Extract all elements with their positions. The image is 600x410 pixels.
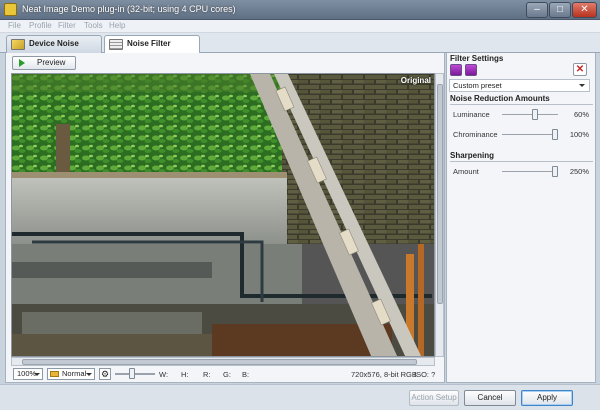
app-icon <box>4 3 17 16</box>
luminance-slider[interactable] <box>502 109 558 120</box>
window-title: Neat Image Demo plug-in (32-bit; using 4… <box>22 4 236 14</box>
minimize-button[interactable]: – <box>526 2 548 18</box>
image-info: 720x576, 8-bit RGB <box>351 370 417 379</box>
slider-knob[interactable] <box>532 109 538 120</box>
amount-label: Amount <box>453 167 479 176</box>
preview-opacity-slider[interactable] <box>115 368 155 379</box>
dialog-button-bar: Action Setup Cancel Apply <box>0 384 600 410</box>
height-label: H: <box>181 370 189 379</box>
divider <box>450 161 593 162</box>
chrominance-label: Chrominance <box>453 130 498 139</box>
sharpening-title: Sharpening <box>450 151 495 160</box>
chevron-down-icon <box>34 373 40 376</box>
blend-mode-select[interactable]: Normal <box>47 368 95 380</box>
tab-noise-filter-settings[interactable]: Noise Filter Settings <box>104 35 200 64</box>
original-label: Original <box>400 76 431 85</box>
luminance-label: Luminance <box>453 110 490 119</box>
load-preset-icon[interactable] <box>450 64 462 76</box>
preset-value: Custom preset <box>453 81 502 90</box>
photo-preview <box>12 74 434 356</box>
tab-strip: Device Noise Profile Noise Filter Settin… <box>0 33 600 64</box>
scroll-thumb[interactable] <box>437 84 443 304</box>
menu-file[interactable]: File <box>8 21 21 30</box>
amount-value: 250% <box>569 167 589 176</box>
chrominance-slider[interactable] <box>502 129 558 140</box>
vertical-scrollbar[interactable] <box>435 73 444 357</box>
tab-device-noise-profile[interactable]: Device Noise Profile <box>6 35 102 64</box>
slider-knob[interactable] <box>552 129 558 140</box>
chrominance-value: 100% <box>569 130 589 139</box>
play-icon <box>19 59 25 67</box>
image-preview[interactable]: Original <box>11 73 435 357</box>
preview-button[interactable]: Preview <box>12 56 76 70</box>
luminance-value: 60% <box>573 110 589 119</box>
chevron-down-icon <box>579 84 585 87</box>
red-label: R: <box>203 370 211 379</box>
zoom-select[interactable]: 100% <box>13 368 43 380</box>
preset-select[interactable]: Custom preset <box>449 79 590 92</box>
status-row: 100% Normal ⚙ W: H: R: G: B: 720x576, 8-… <box>11 367 445 381</box>
menu-tools[interactable]: Tools <box>84 21 103 30</box>
preview-panel: Preview Original 100% Normal ⚙ W: H: R: … <box>5 53 445 383</box>
save-preset-icon[interactable] <box>465 64 477 76</box>
width-label: W: <box>159 370 169 379</box>
noise-reduction-title: Noise Reduction Amounts <box>450 94 550 103</box>
delete-preset-icon[interactable]: ✕ <box>573 63 587 76</box>
apply-button[interactable]: Apply <box>521 390 573 406</box>
filter-settings-icon <box>109 39 123 50</box>
menu-profile[interactable]: Profile <box>29 21 52 30</box>
profile-icon <box>11 39 25 50</box>
green-label: G: <box>223 370 231 379</box>
preview-button-label: Preview <box>37 58 66 67</box>
maximize-button[interactable]: □ <box>549 2 571 18</box>
filter-settings-title: Filter Settings <box>450 54 504 63</box>
blend-swatch-icon <box>50 371 59 377</box>
chevron-down-icon <box>86 373 92 376</box>
slider-knob[interactable] <box>129 368 135 379</box>
blend-mode-value: Normal <box>62 369 87 378</box>
menu-help[interactable]: Help <box>109 21 125 30</box>
menu-bar: File Profile Filter Tools Help <box>0 20 600 33</box>
scroll-thumb[interactable] <box>22 359 417 365</box>
gear-icon[interactable]: ⚙ <box>99 368 111 380</box>
sharpening-amount-slider[interactable] <box>502 166 558 177</box>
cancel-button[interactable]: Cancel <box>464 390 516 406</box>
blue-label: B: <box>242 370 250 379</box>
horizontal-scrollbar[interactable] <box>11 357 435 366</box>
title-bar: Neat Image Demo plug-in (32-bit; using 4… <box>0 0 600 20</box>
close-button[interactable]: ✕ <box>572 2 597 18</box>
slider-knob[interactable] <box>552 166 558 177</box>
menu-filter[interactable]: Filter <box>58 21 76 30</box>
iso-label: ISO: ? <box>414 370 436 379</box>
divider <box>450 104 593 105</box>
action-setup-button[interactable]: Action Setup <box>409 390 459 406</box>
settings-panel: Filter Settings ✕ Custom preset Noise Re… <box>446 53 596 383</box>
